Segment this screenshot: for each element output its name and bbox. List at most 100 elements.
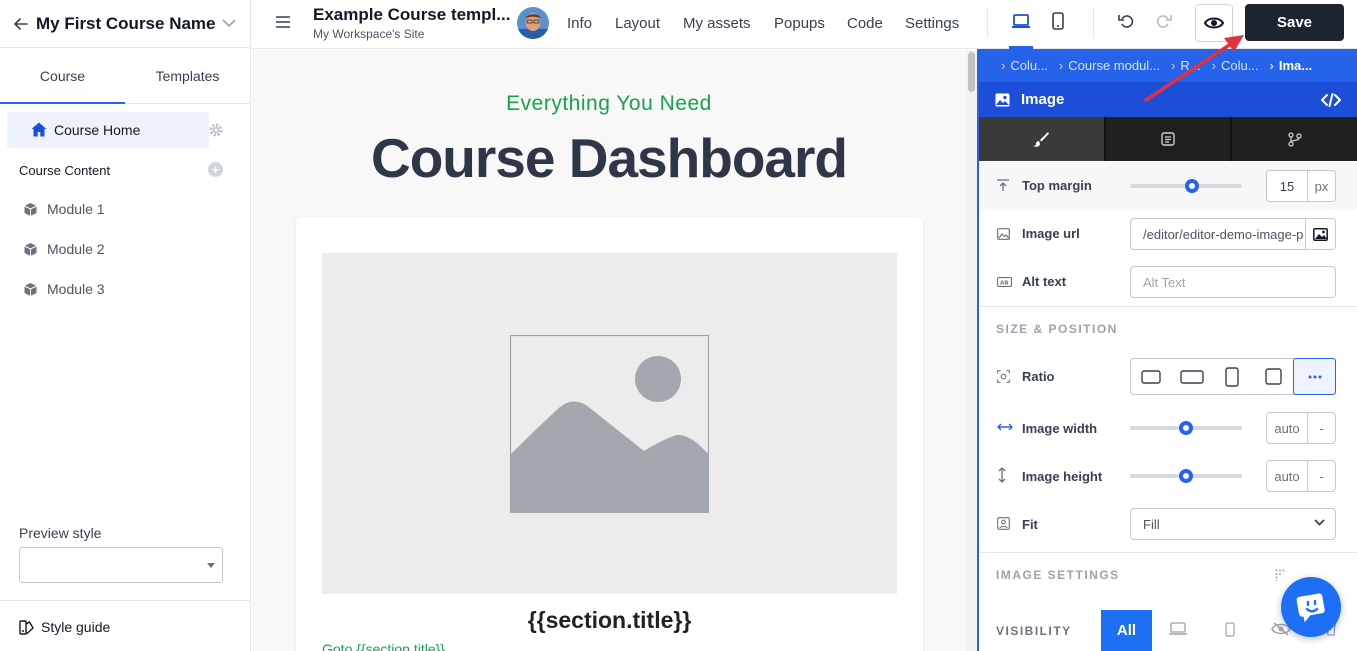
tab-style[interactable] bbox=[979, 117, 1106, 161]
back-arrow-icon[interactable] bbox=[8, 11, 34, 37]
hamburger-menu-icon[interactable] bbox=[276, 16, 290, 28]
image-height-value[interactable]: auto bbox=[1267, 461, 1307, 491]
code-icon[interactable] bbox=[1321, 92, 1341, 107]
slider-knob[interactable] bbox=[1179, 469, 1193, 483]
tab-course[interactable]: Course bbox=[0, 48, 125, 104]
redo-icon[interactable] bbox=[1156, 13, 1172, 29]
style-guide-link[interactable]: Style guide bbox=[19, 619, 110, 635]
visibility-label: VISIBILITY bbox=[996, 624, 1072, 638]
mobile-visibility-icon[interactable] bbox=[1225, 622, 1235, 637]
scrollbar-thumb[interactable] bbox=[968, 52, 975, 92]
preview-style-select[interactable] bbox=[19, 547, 223, 583]
breadcrumb-item[interactable]: › Colu... bbox=[1212, 58, 1259, 73]
sidebar-item-course-home[interactable]: Course Home bbox=[7, 112, 209, 148]
sidebar-item-module-1[interactable]: Module 1 bbox=[23, 201, 105, 217]
desktop-visibility-icon[interactable] bbox=[1169, 622, 1187, 635]
fit-row: Fit Fill bbox=[979, 500, 1357, 548]
image-height-slider[interactable] bbox=[1130, 469, 1242, 483]
fit-icon bbox=[997, 517, 1010, 530]
course-dashboard-heading[interactable]: Course Dashboard bbox=[252, 126, 966, 190]
course-name[interactable]: My First Course Name bbox=[36, 14, 222, 34]
image-width-value[interactable]: auto bbox=[1267, 413, 1307, 443]
preview-button[interactable] bbox=[1195, 4, 1233, 42]
alt-text-input[interactable]: Alt Text bbox=[1130, 266, 1336, 298]
divider bbox=[0, 600, 251, 601]
fit-select[interactable]: Fill bbox=[1130, 508, 1336, 540]
cube-icon bbox=[23, 242, 38, 257]
cube-icon bbox=[23, 202, 38, 217]
section-title[interactable]: {{section.title}} bbox=[296, 607, 923, 634]
breadcrumb-item[interactable]: › Course modul... bbox=[1059, 58, 1160, 73]
save-button[interactable]: Save bbox=[1245, 4, 1344, 41]
image-width-input[interactable]: auto - bbox=[1266, 412, 1336, 444]
image-placeholder[interactable] bbox=[322, 253, 897, 594]
image-height-input[interactable]: auto - bbox=[1266, 460, 1336, 492]
nav-my-assets[interactable]: My assets bbox=[683, 15, 751, 32]
branch-icon bbox=[1288, 131, 1302, 147]
element-header: Image bbox=[979, 82, 1357, 117]
top-margin-label: Top margin bbox=[1022, 178, 1092, 193]
image-url-value: /editor/editor-demo-image-p bbox=[1143, 226, 1304, 242]
sidebar-item-module-3[interactable]: Module 3 bbox=[23, 281, 105, 297]
image-icon bbox=[995, 93, 1010, 107]
slider-knob[interactable] bbox=[1184, 179, 1199, 193]
kicker-text[interactable]: Everything You Need bbox=[252, 92, 966, 116]
nav-popups[interactable]: Popups bbox=[774, 15, 825, 32]
image-outline-icon bbox=[997, 228, 1010, 240]
drag-handle-icon[interactable] bbox=[1275, 569, 1287, 581]
panel-tabs bbox=[979, 117, 1357, 161]
sidebar-item-module-2[interactable]: Module 2 bbox=[23, 241, 105, 257]
desktop-view-icon[interactable] bbox=[1011, 12, 1031, 30]
visibility-all-button[interactable]: All bbox=[1101, 610, 1152, 651]
properties-panel: › Colu... › Course modul... › R... › Colu...… bbox=[977, 49, 1357, 651]
nav-settings[interactable]: Settings bbox=[905, 15, 959, 32]
nav-layout[interactable]: Layout bbox=[615, 15, 660, 32]
divider bbox=[1093, 8, 1094, 38]
size-position-heading: SIZE & POSITION bbox=[996, 322, 1118, 336]
ratio-portrait-option[interactable] bbox=[1212, 359, 1253, 394]
fit-label: Fit bbox=[1022, 517, 1038, 532]
ratio-label: Ratio bbox=[1022, 369, 1055, 384]
alt-text-icon: AB bbox=[997, 277, 1012, 287]
tab-templates[interactable]: Templates bbox=[125, 48, 250, 103]
breadcrumb-item[interactable]: › R... bbox=[1171, 58, 1201, 73]
top-margin-slider[interactable] bbox=[1130, 179, 1242, 193]
image-height-unit[interactable]: - bbox=[1307, 461, 1335, 491]
image-width-unit[interactable]: - bbox=[1307, 413, 1335, 443]
top-margin-input[interactable]: 15 px bbox=[1266, 170, 1336, 202]
nav-code[interactable]: Code bbox=[847, 15, 883, 32]
sidebar-item-label: Course Home bbox=[54, 122, 141, 138]
undo-icon[interactable] bbox=[1118, 13, 1134, 29]
module-label: Module 1 bbox=[47, 201, 105, 217]
ratio-more-option[interactable] bbox=[1293, 358, 1336, 395]
top-margin-unit[interactable]: px bbox=[1307, 171, 1335, 201]
paintbrush-icon bbox=[1033, 132, 1050, 147]
goto-section-link[interactable]: Goto {{section.title}} bbox=[322, 641, 445, 651]
ratio-square-option[interactable] bbox=[1253, 359, 1294, 394]
canvas-scrollbar[interactable] bbox=[966, 50, 977, 651]
chevron-down-icon[interactable] bbox=[222, 19, 236, 28]
tab-settings[interactable] bbox=[1106, 117, 1233, 161]
slider-knob[interactable] bbox=[1179, 421, 1193, 435]
fit-value: Fill bbox=[1143, 516, 1160, 532]
breadcrumb-item[interactable]: › Colu... bbox=[1001, 58, 1048, 73]
tab-logic[interactable] bbox=[1232, 117, 1357, 161]
image-url-input[interactable]: /editor/editor-demo-image-p bbox=[1130, 218, 1336, 250]
mobile-view-icon[interactable] bbox=[1052, 12, 1064, 30]
style-guide-label: Style guide bbox=[41, 619, 111, 635]
nav-info[interactable]: Info bbox=[567, 15, 592, 32]
ratio-square-outline-option[interactable] bbox=[1131, 359, 1172, 394]
eye-icon bbox=[1204, 17, 1224, 29]
alt-text-label: Alt text bbox=[1022, 274, 1067, 289]
add-content-plus-icon[interactable]: + bbox=[208, 162, 223, 177]
workspace-subtitle: My Workspace's Site bbox=[313, 27, 425, 41]
gear-icon[interactable] bbox=[208, 122, 224, 138]
image-width-slider[interactable] bbox=[1130, 421, 1242, 435]
avatar[interactable] bbox=[517, 7, 549, 39]
breadcrumb-item-current[interactable]: › Ima... bbox=[1270, 58, 1313, 73]
vertical-arrows-icon bbox=[997, 467, 1007, 483]
top-margin-value[interactable]: 15 bbox=[1267, 171, 1307, 201]
help-chat-button[interactable] bbox=[1281, 577, 1341, 637]
ratio-wide-option[interactable] bbox=[1172, 359, 1213, 394]
image-picker-icon[interactable] bbox=[1305, 219, 1335, 249]
